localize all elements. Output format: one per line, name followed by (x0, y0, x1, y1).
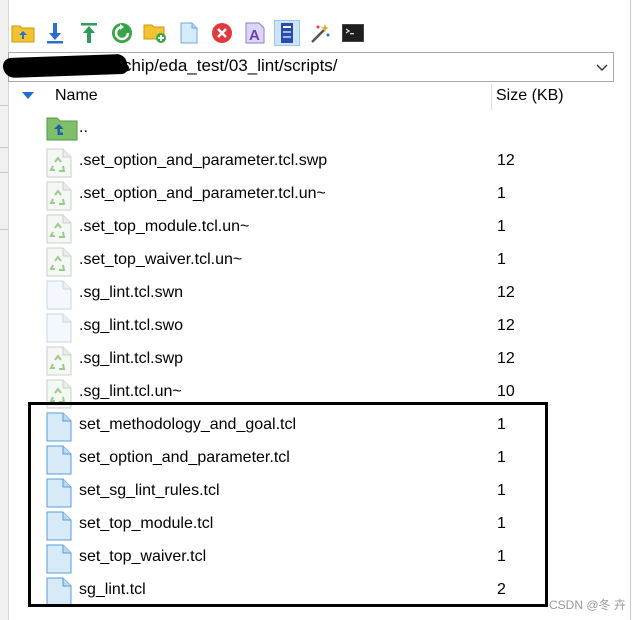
file-icon-cell (46, 313, 74, 343)
upload-button[interactable] (76, 20, 102, 46)
file-row[interactable]: .set_top_module.tcl.un~ 1 (8, 211, 618, 244)
upload-icon (81, 23, 97, 43)
new-link-button[interactable] (307, 20, 333, 46)
rename-icon: A (245, 22, 265, 44)
file-row[interactable]: .set_option_and_parameter.tcl.un~ 1 (8, 178, 618, 211)
column-size-header[interactable]: Size (KB) (496, 87, 564, 105)
recycle-file-icon (46, 214, 72, 244)
file-size: 12 (497, 317, 515, 334)
column-header: Name Size (KB) (8, 84, 630, 110)
file-row[interactable]: .sg_lint.tcl.swn 12 (8, 277, 618, 310)
right-pane-edge (630, 0, 631, 620)
file-row[interactable]: .set_option_and_parameter.tcl.swp 12 (8, 145, 618, 178)
file-size: 10 (497, 383, 515, 400)
file-size: 12 (497, 350, 515, 367)
properties-button[interactable] (274, 20, 300, 46)
column-name-header[interactable]: Name (55, 87, 98, 105)
file-name: .set_top_waiver.tcl.un~ (79, 251, 243, 268)
new-folder-icon (143, 24, 166, 43)
path-combobox[interactable]: chip/eda_test/03_lint/scripts/ (2, 52, 614, 82)
delete-icon (212, 23, 232, 43)
properties-icon (281, 23, 293, 43)
file-name: .sg_lint.tcl.swo (79, 317, 184, 334)
download-icon (47, 23, 63, 44)
file-icon-cell (46, 280, 74, 310)
file-name: .set_option_and_parameter.tcl.un~ (79, 185, 326, 202)
svg-text:A: A (249, 27, 260, 44)
path-text: chip/eda_test/03_lint/scripts/ (123, 56, 338, 75)
rename-button[interactable]: A (242, 20, 268, 46)
file-name: .set_top_module.tcl.un~ (79, 218, 250, 235)
file-size: 12 (497, 152, 515, 169)
file-row[interactable]: .sg_lint.tcl.swo 12 (8, 310, 618, 343)
recycle-file-icon (46, 346, 72, 376)
refresh-icon (112, 23, 132, 43)
terminal-icon (342, 24, 364, 42)
parent-folder-icon (46, 117, 78, 141)
recycle-file-icon (46, 247, 72, 277)
file-name: .. (79, 119, 88, 136)
chevron-down-icon[interactable] (595, 59, 609, 75)
column-separator[interactable] (491, 84, 492, 110)
file-size: 1 (497, 185, 506, 202)
file-icon-cell (46, 214, 74, 244)
file-row[interactable]: .set_top_waiver.tcl.un~ 1 (8, 244, 618, 277)
highlight-box (28, 402, 548, 607)
recycle-file-icon (46, 181, 72, 211)
refresh-button[interactable] (109, 20, 135, 46)
magic-wand-icon (311, 24, 330, 43)
terminal-button[interactable] (340, 20, 366, 46)
watermark: CSDN @冬 卉 (549, 598, 626, 612)
sort-arrow-icon[interactable] (22, 92, 34, 99)
redaction-mark-tail (79, 64, 129, 72)
new-file-icon (180, 22, 198, 44)
file-icon-cell (46, 148, 74, 178)
new-file-button[interactable] (176, 20, 202, 46)
file-icon-cell (46, 115, 78, 143)
file-name: .sg_lint.tcl.swp (79, 350, 184, 367)
file-icon-cell (46, 181, 74, 211)
file-size: 1 (497, 251, 506, 268)
file-icon-cell (46, 346, 74, 376)
file-icon (46, 313, 72, 343)
file-icon-cell (46, 247, 74, 277)
file-name: .sg_lint.tcl.un~ (79, 383, 182, 400)
parent-folder-button[interactable] (10, 20, 36, 46)
file-name: .set_option_and_parameter.tcl.swp (79, 152, 328, 169)
new-folder-button[interactable] (142, 20, 168, 46)
file-row[interactable]: .sg_lint.tcl.swp 12 (8, 343, 618, 376)
download-button[interactable] (42, 20, 68, 46)
file-name: .sg_lint.tcl.swn (79, 284, 184, 301)
file-icon (46, 280, 72, 310)
parent-directory-row[interactable]: .. (8, 112, 618, 145)
file-size: 12 (497, 284, 515, 301)
recycle-file-icon (46, 148, 72, 178)
file-size: 1 (497, 218, 506, 235)
delete-button[interactable] (209, 20, 235, 46)
folder-up-icon (11, 25, 35, 43)
